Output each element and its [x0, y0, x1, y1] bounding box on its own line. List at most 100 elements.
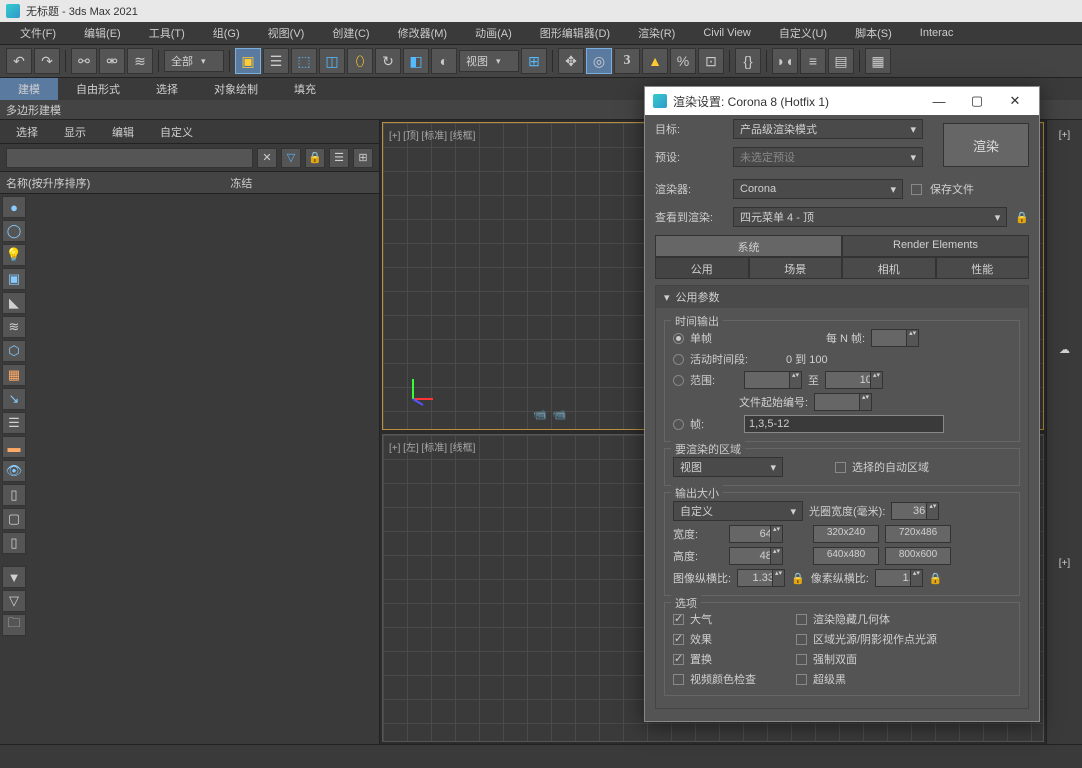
filter-shapes-icon[interactable]: ◯	[2, 220, 26, 242]
viewport-label-persp[interactable]: [+]	[1059, 558, 1070, 569]
range-to-input[interactable]: 100▴▾	[825, 371, 883, 389]
explorer-tab-custom[interactable]: 自定义	[154, 121, 199, 143]
menu-graph[interactable]: 图形编辑器(D)	[526, 22, 624, 44]
unlink-button[interactable]: ⚮	[99, 48, 125, 74]
menu-interact[interactable]: Interac	[906, 24, 968, 42]
filter-xref-icon[interactable]: ↘	[2, 388, 26, 410]
px-aspect-input[interactable]: 1.0▴▾	[875, 569, 923, 587]
maximize-button[interactable]: ▢	[961, 89, 993, 113]
filter-hidden-icon[interactable]: ▬	[2, 436, 26, 458]
clear-icon[interactable]: ✕	[257, 148, 277, 168]
placement-button[interactable]: ▲	[642, 48, 668, 74]
target-select[interactable]: 产品级渲染模式▾	[733, 119, 923, 139]
renderer-select[interactable]: Corona▾	[733, 179, 903, 199]
explorer-tab-select[interactable]: 选择	[10, 121, 44, 143]
rotate-button[interactable]: ◎	[586, 48, 612, 74]
funnel-none-icon[interactable]: ▽	[2, 590, 26, 612]
menu-view[interactable]: 视图(V)	[254, 22, 319, 44]
lock-view-icon[interactable]: 🔒	[1015, 211, 1029, 224]
chk-force2[interactable]	[796, 654, 807, 665]
area-select[interactable]: 视图▾	[673, 457, 783, 477]
filter-bone-icon[interactable]: ⬡	[2, 340, 26, 362]
tab-perf[interactable]: 性能	[936, 257, 1030, 279]
menu-group[interactable]: 组(G)	[199, 22, 254, 44]
preset-640x480[interactable]: 640x480	[813, 547, 879, 565]
render-button[interactable]: 渲染	[943, 123, 1029, 167]
explorer-list[interactable]	[30, 194, 379, 744]
radio-active[interactable]	[673, 354, 684, 365]
viewto-select[interactable]: 四元菜单 4 - 顶▾	[733, 207, 1007, 227]
radio-range[interactable]	[673, 375, 684, 386]
everyn-input[interactable]: 1▴▾	[871, 329, 919, 347]
filter-visible-icon[interactable]: 👁	[2, 460, 26, 482]
preset-720x486[interactable]: 720x486	[885, 525, 951, 543]
radio-frames[interactable]	[673, 419, 684, 430]
ribbon-tab-populate[interactable]: 填充	[276, 78, 334, 100]
link-button[interactable]: ⚯	[71, 48, 97, 74]
layer-button[interactable]: ▤	[828, 48, 854, 74]
filter-cameras-icon[interactable]: ▣	[2, 268, 26, 290]
camera-icon-2[interactable]: 📹	[553, 408, 567, 421]
img-aspect-input[interactable]: 1.333▴▾	[737, 569, 785, 587]
smart-select-button[interactable]: ◐	[431, 48, 457, 74]
rect-select-button[interactable]: ⬚	[291, 48, 317, 74]
img-lock-icon[interactable]: 🔒	[791, 572, 805, 585]
menu-animation[interactable]: 动画(A)	[461, 22, 526, 44]
viewport-label-top[interactable]: [+] [顶] [标准] [线框]	[389, 127, 475, 142]
ribbon-tab-freeform[interactable]: 自由形式	[58, 78, 138, 100]
tab-camera[interactable]: 相机	[842, 257, 936, 279]
frames-input[interactable]	[744, 415, 944, 433]
chk-super[interactable]	[796, 674, 807, 685]
ref-coord-system[interactable]: 视图	[459, 50, 519, 72]
menu-create[interactable]: 创建(C)	[318, 22, 383, 44]
select-object-button[interactable]: ▣	[235, 48, 261, 74]
tab-common[interactable]: 公用	[655, 257, 749, 279]
ribbon-tab-modeling[interactable]: 建模	[0, 78, 58, 100]
preset-select[interactable]: 未选定预设▾	[733, 147, 923, 167]
view-tree-icon[interactable]: ⊞	[353, 148, 373, 168]
cloud-icon[interactable]: ☁	[1059, 343, 1070, 356]
col-name[interactable]: 名称(按升序排序)	[6, 175, 90, 191]
chk-effects[interactable]	[673, 634, 684, 645]
percent-button[interactable]: %	[670, 48, 696, 74]
viewport-label-left[interactable]: [+] [左] [标准] [线框]	[389, 439, 475, 454]
ribbon-tab-selection[interactable]: 选择	[138, 78, 196, 100]
align-button[interactable]: ≡	[800, 48, 826, 74]
menu-customize[interactable]: 自定义(U)	[765, 22, 841, 44]
select-name-button[interactable]: ☰	[263, 48, 289, 74]
filter-frozen-icon[interactable]: ☰	[2, 412, 26, 434]
output-mode-select[interactable]: 自定义▾	[673, 501, 803, 521]
manipulate-button[interactable]: ◧	[403, 48, 429, 74]
chk-hidden[interactable]	[796, 614, 807, 625]
filter-spacewarp-icon[interactable]: ≋	[2, 316, 26, 338]
schematic-button[interactable]: {}	[735, 48, 761, 74]
filter-icon[interactable]: ▽	[281, 148, 301, 168]
dialog-titlebar[interactable]: 渲染设置: Corona 8 (Hotfix 1) — ▢ ✕	[645, 87, 1039, 115]
filter-layer-icon[interactable]: ▢	[2, 508, 26, 530]
filter-container-icon[interactable]: ▦	[2, 364, 26, 386]
col-frozen[interactable]: 冻结	[230, 175, 252, 191]
menu-tools[interactable]: 工具(T)	[135, 22, 199, 44]
viewport-label-right[interactable]: [+]	[1059, 130, 1070, 141]
tab-render-elements[interactable]: Render Elements	[842, 235, 1029, 257]
px-lock-icon[interactable]: 🔒	[929, 572, 943, 585]
tab-scene[interactable]: 场景	[749, 257, 843, 279]
tab-system[interactable]: 系统	[655, 235, 842, 257]
menu-civil[interactable]: Civil View	[689, 24, 764, 42]
filter-selected-icon[interactable]: ▯	[2, 532, 26, 554]
paint-select-button[interactable]: ⬯	[347, 48, 373, 74]
menu-file[interactable]: 文件(F)	[6, 22, 70, 44]
lasso-select-button[interactable]: ↻	[375, 48, 401, 74]
snap-button[interactable]: ⊡	[698, 48, 724, 74]
explorer-tab-edit[interactable]: 编辑	[106, 121, 140, 143]
mirror-button[interactable]: ◗◖	[772, 48, 798, 74]
redo-button[interactable]: ↷	[34, 48, 60, 74]
lock-icon[interactable]: 🔒	[305, 148, 325, 168]
pivot-button[interactable]: ⊞	[521, 48, 547, 74]
preset-800x600[interactable]: 800x600	[885, 547, 951, 565]
move-button[interactable]: ✥	[558, 48, 584, 74]
search-input[interactable]	[6, 148, 253, 168]
menu-script[interactable]: 脚本(S)	[841, 22, 906, 44]
chk-displace[interactable]	[673, 654, 684, 665]
funnel-all-icon[interactable]: ▼	[2, 566, 26, 588]
